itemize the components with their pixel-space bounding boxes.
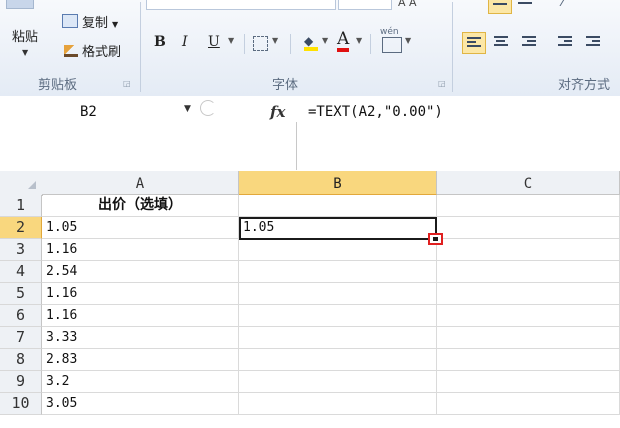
cell-a9[interactable]: 3.2 xyxy=(42,371,239,393)
align-left-button[interactable] xyxy=(462,32,486,54)
separator xyxy=(290,34,291,54)
group-divider xyxy=(452,2,453,92)
cell-c7[interactable] xyxy=(437,327,620,349)
phonetic-guide-icon[interactable] xyxy=(382,37,402,53)
fill-color-icon[interactable]: ◆ xyxy=(304,34,318,51)
font-size-combo[interactable] xyxy=(338,0,392,10)
row-header[interactable]: 3 xyxy=(0,239,42,261)
cell-b8[interactable] xyxy=(239,349,437,371)
copy-dropdown-arrow-icon[interactable]: ▼ xyxy=(112,20,118,29)
font-color-dropdown-icon[interactable]: ▼ xyxy=(356,36,362,45)
row-header[interactable]: 8 xyxy=(0,349,42,371)
cell-a4[interactable]: 2.54 xyxy=(42,261,239,283)
cell-b3[interactable] xyxy=(239,239,437,261)
name-box-dropdown-icon[interactable]: ▼ xyxy=(184,104,191,114)
separator xyxy=(370,34,371,54)
active-cell-border xyxy=(239,217,437,240)
cell-a10[interactable]: 3.05 xyxy=(42,393,239,415)
cell-a3[interactable]: 1.16 xyxy=(42,239,239,261)
cell-c6[interactable] xyxy=(437,305,620,327)
bold-button[interactable]: B xyxy=(154,34,166,50)
cell-c5[interactable] xyxy=(437,283,620,305)
ribbon: 粘贴 ▼ 复制 ▼ 格式刷 剪贴板 ◲ A A B I U ▼ ▼ ◆ ▼ A ▼… xyxy=(0,0,620,97)
cell-b9[interactable] xyxy=(239,371,437,393)
cell-a7[interactable]: 3.33 xyxy=(42,327,239,349)
row-header[interactable]: 2 xyxy=(0,217,42,239)
underline-button[interactable]: U xyxy=(208,34,220,50)
borders-dropdown-icon[interactable]: ▼ xyxy=(272,36,278,45)
cell-c10[interactable] xyxy=(437,393,620,415)
insert-function-button[interactable]: fx xyxy=(270,103,285,121)
name-box-value: B2 xyxy=(80,104,97,120)
copy-label: 复制 xyxy=(82,16,109,31)
cell-b10[interactable] xyxy=(239,393,437,415)
row-header[interactable]: 6 xyxy=(0,305,42,327)
paste-dropdown-arrow-icon[interactable]: ▼ xyxy=(22,48,28,57)
align-right-button[interactable] xyxy=(518,32,540,52)
formula-bar-splitter-icon[interactable] xyxy=(200,100,216,116)
select-all-button[interactable] xyxy=(0,171,43,196)
top-align-button[interactable] xyxy=(488,0,512,14)
decrease-indent-button[interactable] xyxy=(554,32,576,52)
paste-icon[interactable] xyxy=(6,0,34,9)
clipboard-launcher-icon[interactable]: ◲ xyxy=(123,79,131,88)
copy-button[interactable]: 复制 ▼ xyxy=(62,12,118,31)
cell-a6[interactable]: 1.16 xyxy=(42,305,239,327)
increase-indent-button[interactable] xyxy=(582,32,604,52)
fill-handle[interactable] xyxy=(428,233,443,245)
cell-b5[interactable] xyxy=(239,283,437,305)
format-painter-label: 格式刷 xyxy=(82,45,122,60)
phonetic-guide-label: wén xyxy=(380,27,399,37)
grow-shrink-font-icons[interactable]: A A xyxy=(398,0,417,9)
alignment-group-label: 对齐方式 xyxy=(558,78,611,93)
name-box[interactable] xyxy=(2,100,230,122)
row-header[interactable]: 9 xyxy=(0,371,42,393)
cell-a8[interactable]: 2.83 xyxy=(42,349,239,371)
cell-c3[interactable] xyxy=(437,239,620,261)
cell-a5[interactable]: 1.16 xyxy=(42,283,239,305)
formula-input[interactable]: =TEXT(A2,"0.00") xyxy=(308,104,443,120)
formula-bar-divider xyxy=(296,122,297,170)
cell-c1[interactable] xyxy=(437,195,620,217)
format-painter-button[interactable]: 格式刷 xyxy=(64,41,121,60)
fill-color-dropdown-icon[interactable]: ▼ xyxy=(322,36,328,45)
column-header-b[interactable]: B xyxy=(239,171,437,195)
paste-button[interactable]: 粘贴 xyxy=(12,26,38,45)
spreadsheet-grid: A B C 1 出价（选填） 2 1.05 1.05 3 1.16 4 2.54 5 1.16 6 1.… xyxy=(0,171,620,428)
column-header-a[interactable]: A xyxy=(42,171,239,195)
row-header[interactable]: 10 xyxy=(0,393,42,415)
align-center-button[interactable] xyxy=(490,32,512,52)
column-header-c[interactable]: C xyxy=(437,171,620,195)
cell-b7[interactable] xyxy=(239,327,437,349)
clipboard-group-label: 剪贴板 xyxy=(38,78,78,93)
cell-c8[interactable] xyxy=(437,349,620,371)
row-header[interactable]: 5 xyxy=(0,283,42,305)
row-header[interactable]: 7 xyxy=(0,327,42,349)
font-color-icon[interactable]: A xyxy=(337,30,350,52)
row-header[interactable]: 1 xyxy=(0,195,42,217)
font-launcher-icon[interactable]: ◲ xyxy=(438,79,446,88)
cell-b6[interactable] xyxy=(239,305,437,327)
copy-icon xyxy=(62,14,78,28)
cell-c4[interactable] xyxy=(437,261,620,283)
group-divider xyxy=(140,2,141,92)
format-painter-icon xyxy=(64,45,78,57)
cell-a1[interactable]: 出价（选填） xyxy=(42,195,239,217)
cell-b4[interactable] xyxy=(239,261,437,283)
orientation-icon[interactable]: ⁄ xyxy=(562,0,564,10)
cell-b1[interactable] xyxy=(239,195,437,217)
borders-icon[interactable] xyxy=(253,36,268,51)
cell-c9[interactable] xyxy=(437,371,620,393)
cell-c2[interactable] xyxy=(437,217,620,239)
cell-a2[interactable]: 1.05 xyxy=(42,217,239,239)
italic-button[interactable]: I xyxy=(182,34,188,50)
separator xyxy=(244,34,245,54)
middle-align-button[interactable] xyxy=(514,0,536,12)
phonetic-dropdown-icon[interactable]: ▼ xyxy=(405,36,411,45)
select-all-icon xyxy=(28,181,36,189)
underline-dropdown-icon[interactable]: ▼ xyxy=(228,36,234,45)
font-name-combo[interactable] xyxy=(146,0,336,10)
font-group-label: 字体 xyxy=(272,78,299,93)
row-header[interactable]: 4 xyxy=(0,261,42,283)
